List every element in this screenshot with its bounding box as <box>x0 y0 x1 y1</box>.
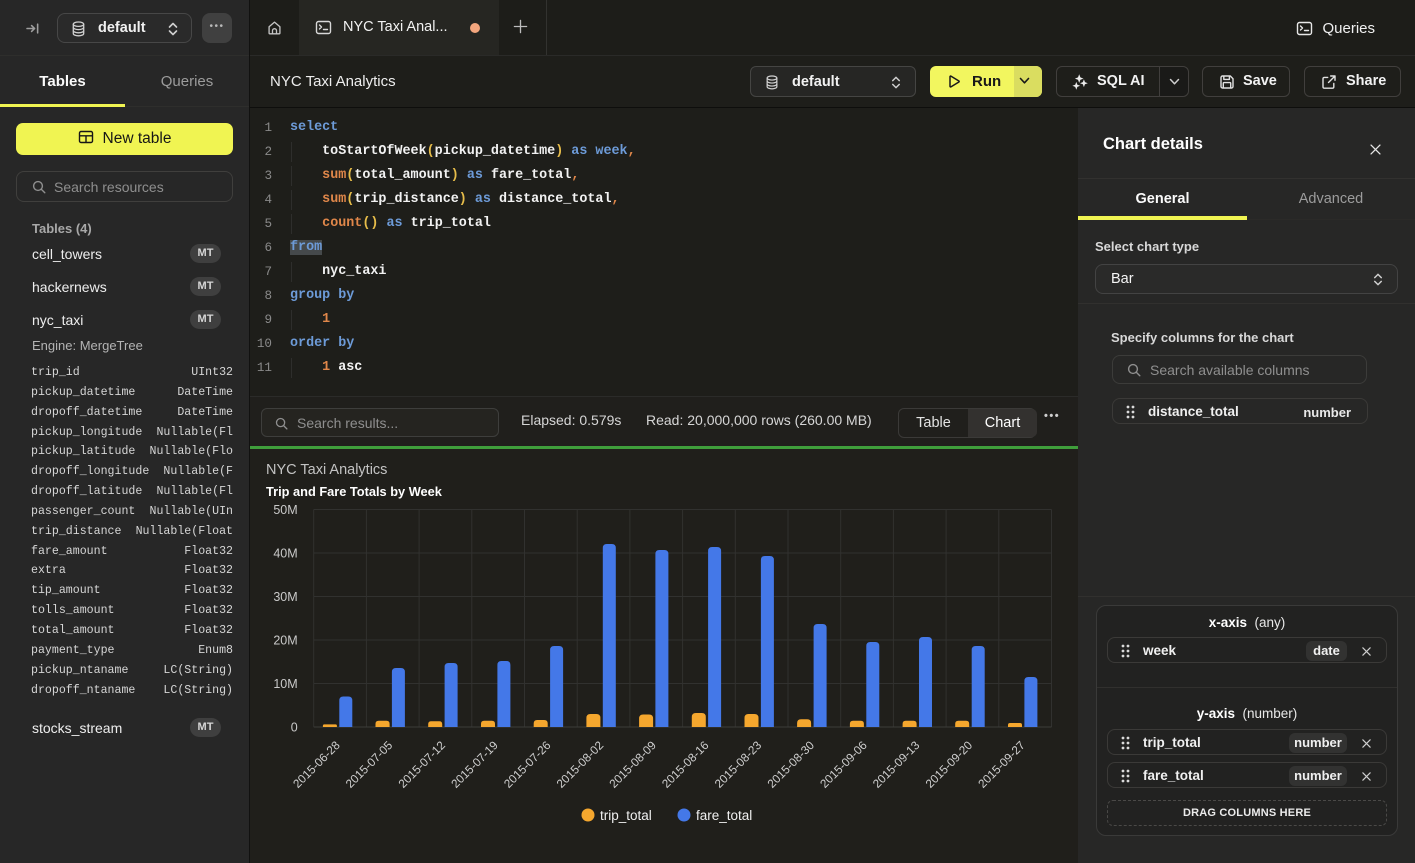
svg-text:2015-08-16: 2015-08-16 <box>659 738 712 791</box>
svg-text:20M: 20M <box>273 634 297 648</box>
svg-text:2015-08-30: 2015-08-30 <box>764 738 817 791</box>
svg-text:40M: 40M <box>273 547 297 561</box>
svg-text:2015-07-05: 2015-07-05 <box>343 738 396 791</box>
svg-text:2015-07-26: 2015-07-26 <box>501 738 554 791</box>
svg-text:2015-07-12: 2015-07-12 <box>395 738 448 791</box>
svg-text:2015-08-09: 2015-08-09 <box>606 738 659 791</box>
svg-text:2015-06-28: 2015-06-28 <box>290 738 343 791</box>
svg-text:2015-07-19: 2015-07-19 <box>448 738 501 791</box>
svg-text:30M: 30M <box>273 590 297 604</box>
svg-text:10M: 10M <box>273 677 297 691</box>
svg-text:2015-08-23: 2015-08-23 <box>712 738 765 791</box>
svg-text:2015-09-20: 2015-09-20 <box>923 738 976 791</box>
svg-text:2015-09-27: 2015-09-27 <box>975 738 1028 791</box>
svg-text:2015-09-13: 2015-09-13 <box>870 738 923 791</box>
svg-text:trip_total: trip_total <box>600 808 652 823</box>
svg-text:2015-08-02: 2015-08-02 <box>554 738 607 791</box>
svg-text:50M: 50M <box>273 503 297 517</box>
svg-text:0: 0 <box>291 721 298 735</box>
svg-text:2015-09-06: 2015-09-06 <box>817 738 870 791</box>
svg-text:fare_total: fare_total <box>696 808 752 823</box>
